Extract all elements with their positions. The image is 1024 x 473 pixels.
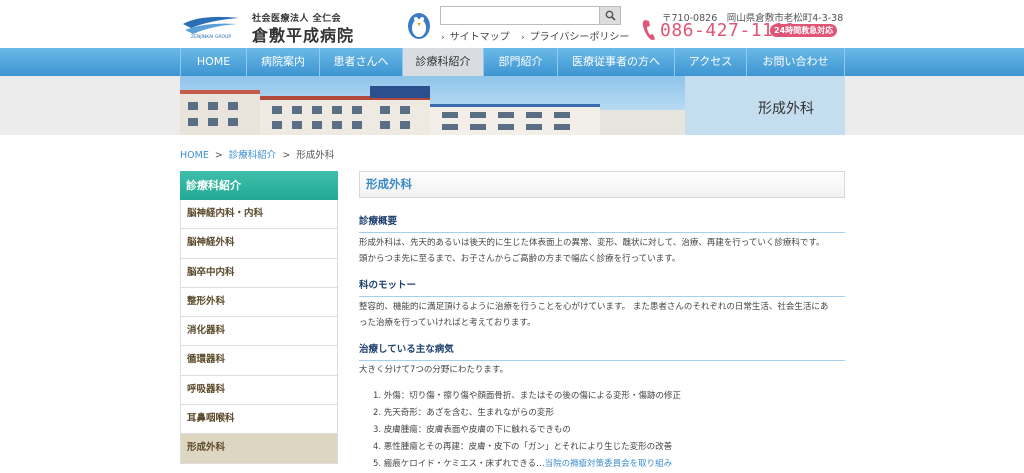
mascot-icon (408, 13, 430, 39)
global-nav: HOME 病院案内 患者さんへ 診療科紹介 部門紹介 医療従事者の方へ アクセス… (0, 48, 1024, 76)
nav-divisions[interactable]: 部門紹介 (484, 48, 558, 76)
list-item: 4. 悪性腫瘍とその再建：皮膚・皮下の「ガン」とそれにより生じた変形の改善 (373, 442, 673, 452)
phone-icon (642, 20, 655, 40)
page-title: 形成外科 (359, 171, 845, 198)
committee-link[interactable]: 当院の褥瘡対策委員会を取り組み (545, 459, 673, 469)
search-icon (605, 10, 616, 21)
nav-home[interactable]: HOME (180, 48, 247, 76)
breadcrumb-current: 形成外科 (296, 150, 335, 161)
motto-line: 整容的、機能的に満足頂けるように治療を行うことを心がけています。 また患者さんの… (359, 302, 829, 312)
breadcrumb-separator: > (214, 150, 223, 161)
main-content: 形成外科 診療概要 形成外科は、先天的あるいは後天的に生じた体表面上の異常、変形… (359, 171, 845, 469)
privacy-policy-label: プライバシーポリシー (529, 32, 630, 43)
breadcrumb-parent[interactable]: 診療科紹介 (229, 150, 277, 161)
breadcrumb: HOME > 診療科紹介 > 形成外科 (180, 147, 334, 161)
search-input[interactable] (441, 7, 599, 24)
sidebar-title: 診療科紹介 (180, 171, 338, 200)
section-heading-overview: 診療概要 (359, 213, 845, 233)
sidebar-item-neurology[interactable]: 脳神経内科・内科 (180, 200, 338, 230)
list-item: 1. 外傷：切り傷・擦り傷や顔面骨折、またはその後の傷による変形・傷跡の修正 (373, 391, 682, 401)
overview-line: 形成外科は、先天的あるいは後天的に生じた体表面上の異常、変形、醜状に対して、治療… (359, 238, 825, 248)
sidebar-item-cardiology[interactable]: 循環器科 (180, 346, 338, 376)
motto-text: 整容的、機能的に満足頂けるように治療を行うことを心がけています。 また患者さんの… (359, 300, 845, 331)
nav-about[interactable]: 病院案内 (247, 48, 320, 76)
breadcrumb-separator: > (282, 150, 291, 161)
sidebar-item-neurosurgery[interactable]: 脳神経外科 (180, 229, 338, 259)
sitemap-label: サイトマップ (449, 32, 510, 43)
sitemap-link[interactable]: › サイトマップ (441, 28, 510, 43)
logo-name[interactable]: 倉敷平成病院 (252, 22, 354, 46)
nav-medical-staff[interactable]: 医療従事者の方へ (558, 48, 675, 76)
chevron-right-icon: › (521, 33, 525, 43)
nav-contact[interactable]: お問い合わせ (747, 48, 845, 76)
sidebar-item-gastroenterology[interactable]: 消化器科 (180, 317, 338, 347)
breadcrumb-home[interactable]: HOME (180, 150, 209, 161)
sidebar-item-plastic-surgery[interactable]: 形成外科 (180, 434, 338, 464)
overview-line: 頭からつま先に至るまで、お子さんからご高齢の方まで幅広く診療を行っています。 (359, 253, 681, 264)
hospital-building-image (180, 76, 685, 135)
list-item-partial: 5. 瘢痕ケロイド・ケミエス・床ずれできる…当院の褥瘡対策委員会を取り組み (373, 456, 681, 473)
section-heading-conditions: 治療している主な病気 (359, 341, 845, 361)
list-item: 3. 皮膚腫瘍：皮膚表面や皮膚の下に触れるできもの (373, 425, 571, 435)
conditions-intro: 大きく分けて7つの分野にわたります。 (359, 365, 509, 375)
motto-line: った治療を行っていければと考えております。 (359, 317, 536, 328)
logo-mark-text: ZENJINKAI GROUP (191, 34, 231, 40)
sidebar-item-pulmonology[interactable]: 呼吸器科 (180, 375, 338, 406)
banner-title: 形成外科 (758, 101, 814, 117)
nav-departments[interactable]: 診療科紹介 (403, 48, 484, 76)
sidebar-item-stroke[interactable]: 脳卒中内科 (180, 258, 338, 288)
search-box (440, 6, 621, 25)
search-button[interactable] (599, 7, 620, 24)
overview-text: 形成外科は、先天的あるいは後天的に生じた体表面上の異常、変形、醜状に対して、治療… (359, 236, 845, 267)
privacy-policy-link[interactable]: › プライバシーポリシー (521, 28, 629, 43)
sidebar-item-orthopedics[interactable]: 整形外科 (180, 287, 338, 318)
section-heading-motto: 科のモットー (359, 277, 845, 297)
list-item: 2. 先天奇形：あざを含む、生まれながらの変形 (373, 408, 554, 418)
sidebar: 診療科紹介 脳神経内科・内科 脳神経外科 脳卒中内科 整形外科 消化器科 循環器… (180, 171, 338, 464)
nav-access[interactable]: アクセス (675, 48, 747, 76)
nav-patients[interactable]: 患者さんへ (320, 48, 403, 76)
logo-icon[interactable]: ZENJINKAI GROUP (181, 12, 241, 40)
chevron-right-icon: › (441, 33, 445, 43)
list-item-text: 5. 瘢痕ケロイド・ケミエス・床ずれできる… (373, 459, 545, 469)
emergency-badge: 24時間救急対応 (770, 24, 838, 37)
conditions-list: 1. 外傷：切り傷・擦り傷や顔面骨折、またはその後の傷による変形・傷跡の修正 2… (373, 388, 681, 473)
site-header: ZENJINKAI GROUP 社会医療法人 全仁会 倉敷平成病院 › サイトマッ… (0, 0, 1024, 48)
sidebar-item-ent[interactable]: 耳鼻咽喉科 (180, 405, 338, 435)
page-banner: 形成外科 (0, 76, 1024, 135)
